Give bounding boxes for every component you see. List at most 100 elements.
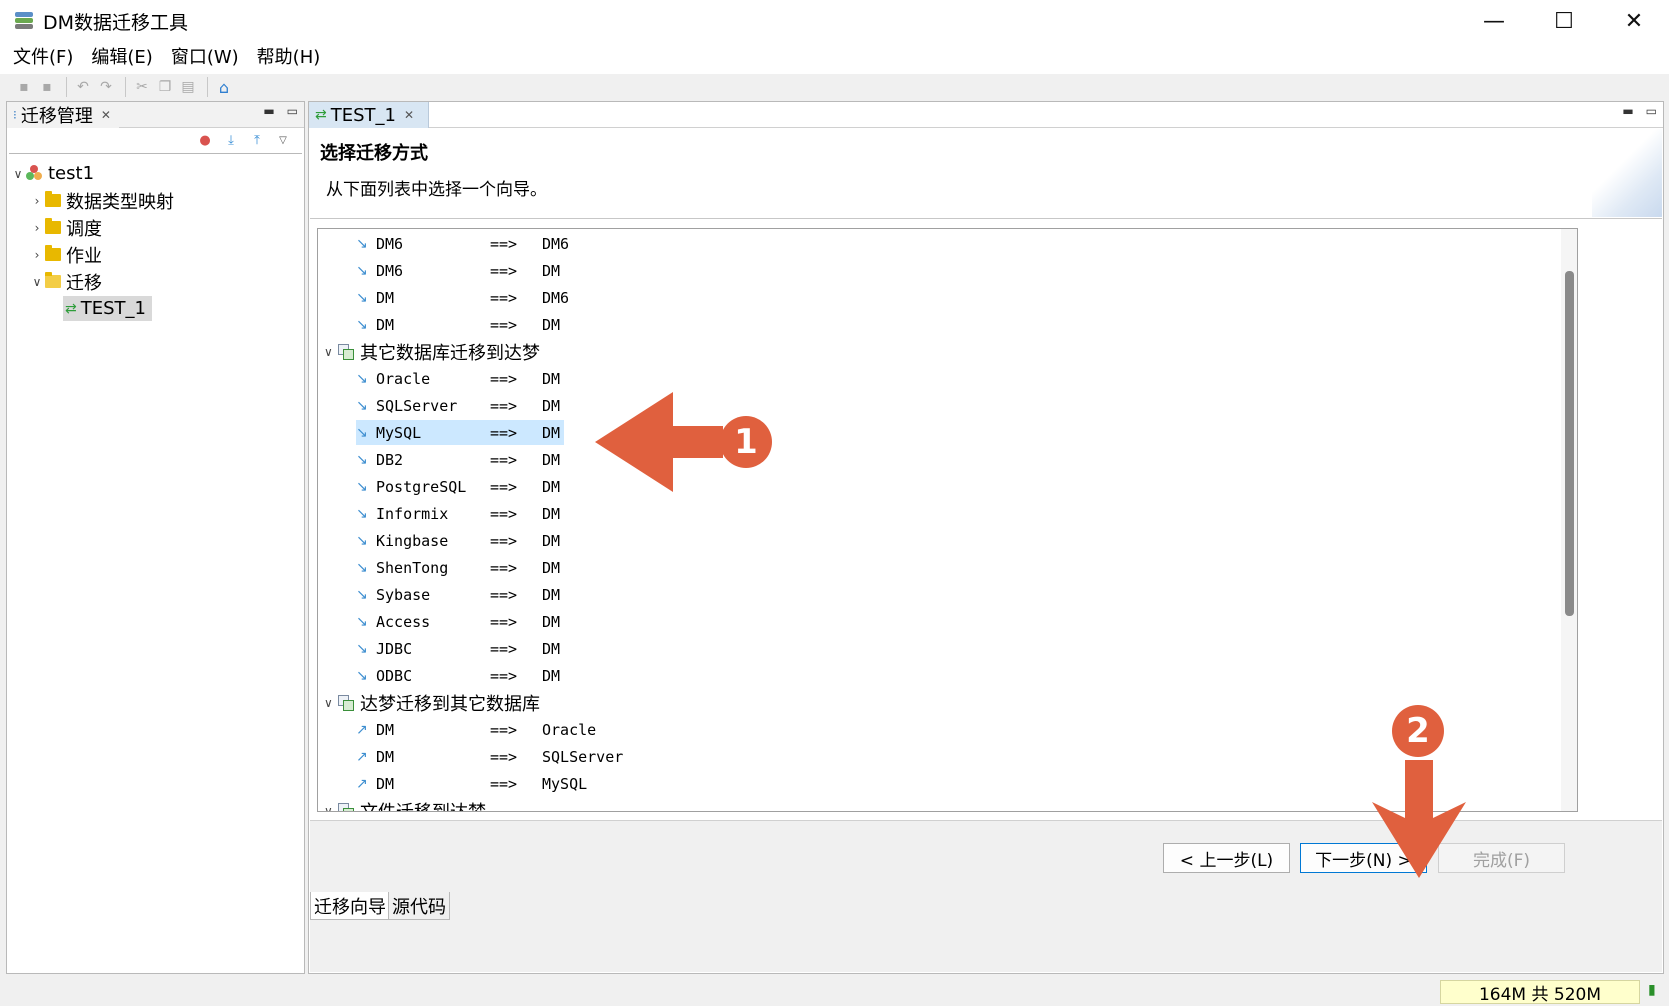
chevron-down-icon[interactable]: ∨ [29, 275, 45, 289]
wizard-item[interactable]: ↘ ShenTong ==> DM [356, 555, 564, 580]
wizard-item-target: DM [542, 369, 561, 388]
wizard-item-target: DM [542, 504, 561, 523]
wizard-item[interactable]: ↗ DM ==> Oracle [356, 717, 600, 742]
wizard-item-arrow: ==> [490, 423, 518, 442]
export-arrow-icon: ↗ [356, 748, 368, 765]
import-arrow-icon: ↘ [356, 316, 368, 333]
copy-icon[interactable]: ❐ [155, 77, 175, 97]
minimize-button[interactable]: — [1459, 0, 1529, 42]
maximize-view-icon[interactable]: ▭ [287, 104, 298, 118]
vertical-scrollbar[interactable] [1561, 229, 1577, 811]
menu-window[interactable]: 窗口(W) [162, 42, 248, 74]
wizard-item[interactable]: ↘ SQLServer ==> DM [356, 393, 564, 418]
tree-view-icon: ⁝ [13, 108, 17, 122]
wizard-item[interactable]: ↘ PostgreSQL ==> DM [356, 474, 564, 499]
wizard-item[interactable]: ↘ DM ==> DM [356, 312, 564, 337]
wizard-group[interactable]: ∨ 达梦迁移到其它数据库 [324, 690, 540, 715]
wizard-item-source: DM [376, 315, 395, 334]
home-icon[interactable]: ⌂ [214, 77, 234, 97]
wizard-item[interactable]: ↘ Sybase ==> DM [356, 582, 564, 607]
tree-item-job[interactable]: › 作业 [7, 241, 304, 268]
wizard-list[interactable]: ↘ DM6 ==> DM6 ↘ DM6 ==> DM ↘ DM ==> DM6 ↘ DM ==> DM ∨ 其它数… [317, 228, 1578, 812]
cut-icon[interactable]: ✂ [132, 77, 152, 97]
wizard-item[interactable]: ↘ ODBC ==> DM [356, 663, 564, 688]
wizard-item-target: DM [542, 423, 561, 442]
menu-file[interactable]: 文件(F) [4, 42, 82, 74]
wizard-title: 选择迁移方式 [320, 143, 428, 164]
import-arrow-icon: ↘ [356, 478, 368, 495]
view-menu-icon[interactable]: ▽ [274, 132, 292, 150]
import-arrow-icon: ↘ [356, 424, 368, 441]
chevron-down-icon[interactable]: ∨ [10, 167, 26, 181]
chevron-right-icon[interactable]: › [29, 221, 45, 235]
folder-icon [45, 191, 61, 207]
tree-item-project[interactable]: ∨ test1 [7, 160, 304, 187]
minimize-view-icon[interactable]: ▬ [1622, 104, 1633, 118]
editor-bottom-tabs: 迁移向导 源代码 [310, 892, 1662, 972]
save-all-icon[interactable]: ▪ [37, 77, 57, 97]
save-icon[interactable]: ▪ [14, 77, 34, 97]
new-project-icon[interactable]: ● [196, 132, 214, 150]
wizard-item-source: Kingbase [376, 531, 449, 550]
wizard-group[interactable]: ∨ 其它数据库迁移到达梦 [324, 339, 540, 364]
wizard-item-arrow: ==> [490, 234, 518, 253]
maximize-view-icon[interactable]: ▭ [1646, 104, 1657, 118]
wizard-group[interactable]: ∨ 文件迁移到达梦 [324, 798, 486, 812]
tab-migration-management[interactable]: ⁝ 迁移管理 ✕ [7, 102, 119, 128]
wizard-item[interactable]: ↘ Oracle ==> DM [356, 366, 564, 391]
wizard-item[interactable]: ↘ MySQL ==> DM [356, 420, 565, 445]
import-arrow-icon: ↘ [356, 667, 368, 684]
folder-icon [45, 218, 61, 234]
close-icon[interactable]: ✕ [101, 108, 111, 122]
wizard-item-source: SQLServer [376, 396, 458, 415]
wizard-item[interactable]: ↘ DM6 ==> DM6 [356, 231, 573, 256]
tree-item-type-mapping[interactable]: › 数据类型映射 [7, 187, 304, 214]
tab-source-code[interactable]: 源代码 [388, 892, 450, 920]
toolbar-separator [66, 77, 67, 97]
wizard-item[interactable]: ↗ DM ==> SQLServer [356, 744, 627, 769]
import-arrow-icon: ↘ [356, 613, 368, 630]
wizard-item[interactable]: ↘ Kingbase ==> DM [356, 528, 564, 553]
garbage-collect-icon[interactable]: ▮ [1648, 982, 1660, 1000]
close-button[interactable]: ✕ [1599, 0, 1669, 42]
scroll-thumb[interactable] [1565, 271, 1574, 616]
minimize-view-icon[interactable]: ▬ [263, 104, 274, 118]
menu-help[interactable]: 帮助(H) [248, 42, 330, 74]
tab-migration-wizard[interactable]: 迁移向导 [310, 892, 390, 920]
back-button[interactable]: < 上一步(L) [1163, 843, 1290, 873]
annotation-step-2: 2 [1392, 705, 1444, 757]
chevron-down-icon[interactable]: ∨ [324, 696, 338, 710]
tab-test1[interactable]: ⇄ TEST_1 ✕ [309, 102, 430, 128]
chevron-down-icon[interactable]: ∨ [324, 345, 338, 359]
main-toolbar: ▪ ▪ ↶ ↷ ✂ ❐ ▤ ⌂ [0, 74, 1669, 100]
paste-icon[interactable]: ▤ [178, 77, 198, 97]
wizard-item-target: Oracle [542, 720, 597, 739]
project-icon [26, 165, 43, 182]
tree-item-schedule[interactable]: › 调度 [7, 214, 304, 241]
wizard-item[interactable]: ↘ DM6 ==> DM [356, 258, 564, 283]
migration-arrows-icon: ⇄ [315, 107, 327, 123]
menu-edit[interactable]: 编辑(E) [82, 42, 161, 74]
chevron-right-icon[interactable]: › [29, 248, 45, 262]
wizard-item-target: MySQL [542, 774, 588, 793]
wizard-item[interactable]: ↘ DM ==> DM6 [356, 285, 573, 310]
wizard-item-source: DM6 [376, 234, 404, 253]
chevron-right-icon[interactable]: › [29, 194, 45, 208]
export-icon[interactable]: ⤒ [248, 132, 266, 150]
tree-item-test1[interactable]: ⇄ TEST_1 [7, 295, 304, 322]
import-icon[interactable]: ⤓ [222, 132, 240, 150]
annotation-step-1: 1 [720, 416, 772, 468]
maximize-button[interactable]: ☐ [1529, 0, 1599, 42]
wizard-item[interactable]: ↘ Access ==> DM [356, 609, 564, 634]
tree-item-migration[interactable]: ∨ 迁移 [7, 268, 304, 295]
wizard-item[interactable]: ↘ JDBC ==> DM [356, 636, 564, 661]
close-icon[interactable]: ✕ [404, 108, 414, 122]
undo-icon[interactable]: ↶ [73, 77, 93, 97]
wizard-item[interactable]: ↘ DB2 ==> DM [356, 447, 564, 472]
redo-icon[interactable]: ↷ [96, 77, 116, 97]
chevron-down-icon[interactable]: ∨ [324, 804, 338, 812]
wizard-item[interactable]: ↘ Informix ==> DM [356, 501, 564, 526]
wizard-item[interactable]: ↗ DM ==> MySQL [356, 771, 591, 796]
wizard-item-arrow: ==> [490, 612, 518, 631]
import-arrow-icon: ↘ [356, 451, 368, 468]
